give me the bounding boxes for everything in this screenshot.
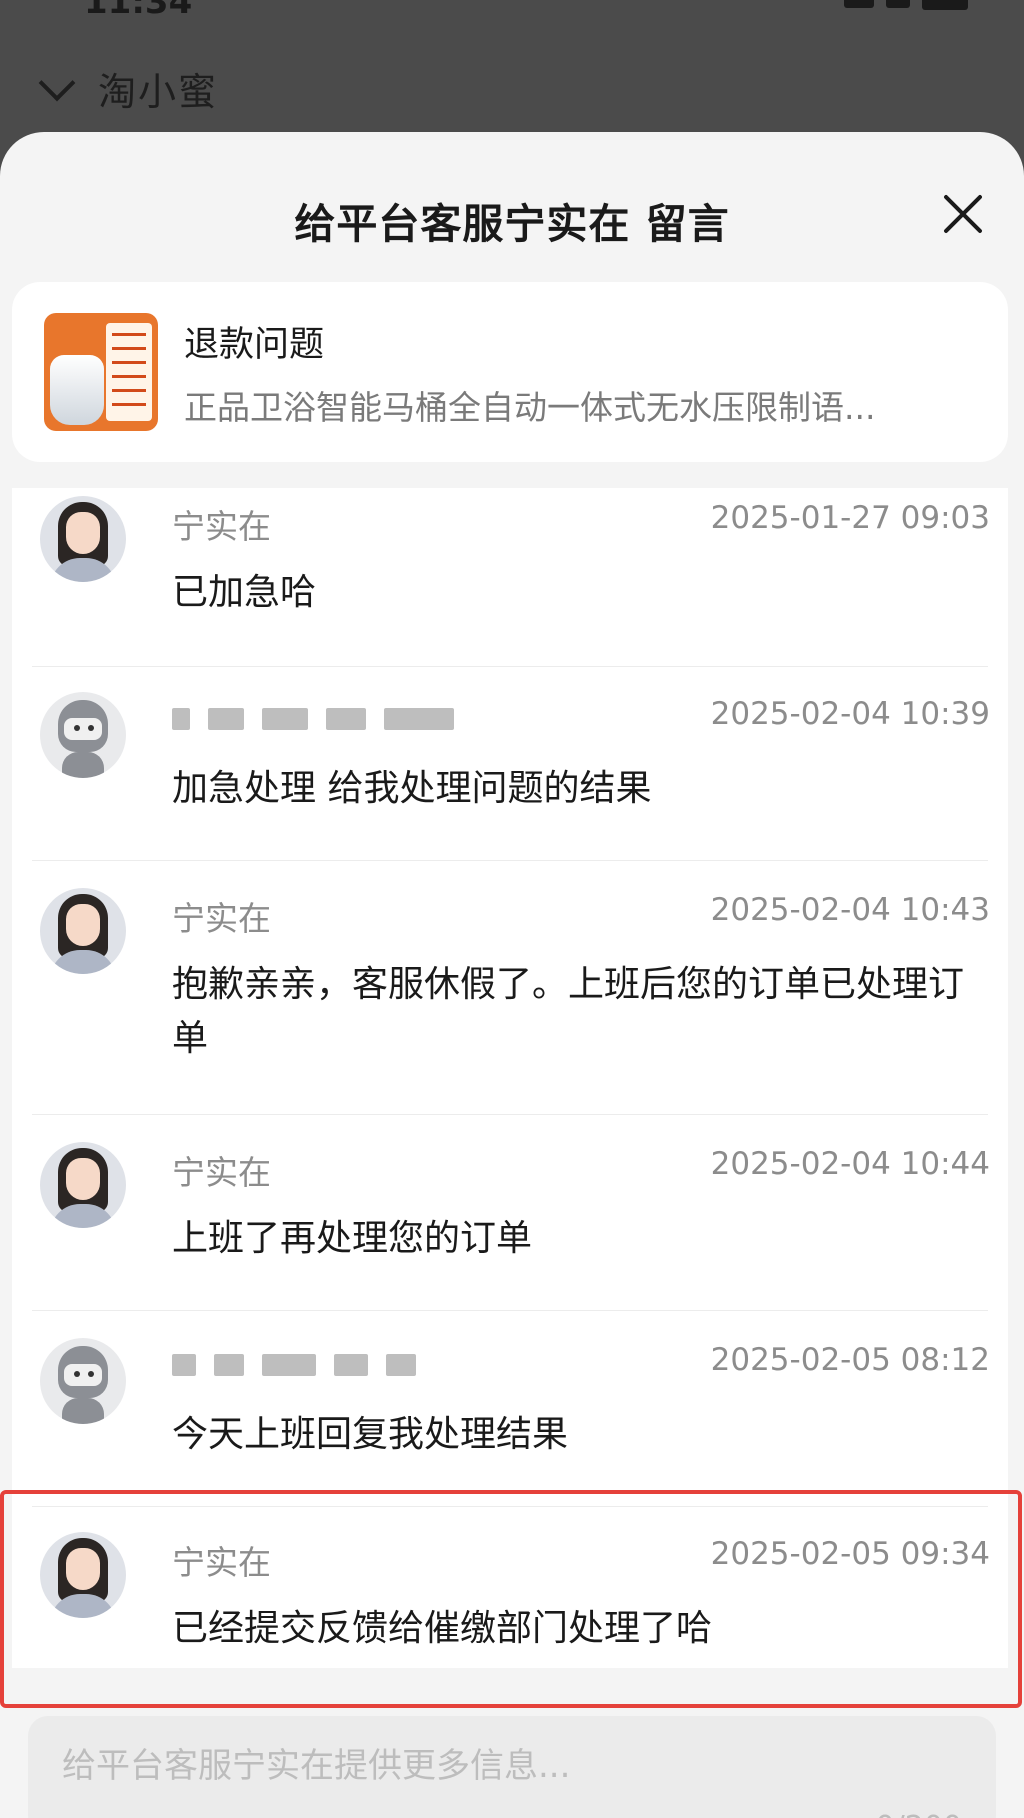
message-time: 2025-02-04 10:43 — [710, 892, 990, 928]
agent-avatar — [40, 1532, 126, 1618]
wifi-icon — [886, 0, 910, 8]
sheet-title: 给平台客服宁实在 留言 — [294, 200, 730, 248]
divider — [32, 666, 988, 667]
message-sender: 宁实在 — [172, 899, 271, 938]
masked-username — [172, 708, 454, 730]
status-bar: 11:34 — [0, 0, 1024, 40]
message-text: 已加急哈 — [172, 572, 317, 613]
message-sender: 宁实在 — [172, 507, 271, 546]
battery-icon — [922, 0, 968, 10]
message-text: 已经提交反馈给催缴部门处理了哈 — [172, 1608, 713, 1649]
message-time: 2025-02-05 09:34 — [710, 1536, 990, 1572]
agent-avatar — [40, 1142, 126, 1228]
product-card[interactable]: 退款问题 正品卫浴智能马桶全自动一体式无水压限制语... — [12, 282, 1008, 462]
message-time: 2025-02-04 10:39 — [710, 696, 990, 732]
status-icons — [844, 0, 968, 10]
message-time: 2025-02-05 08:12 — [710, 1342, 990, 1378]
agent-avatar — [40, 496, 126, 582]
agent-avatar — [40, 888, 126, 974]
char-count: 0/200 — [876, 1810, 962, 1818]
product-name: 正品卫浴智能马桶全自动一体式无水压限制语... — [184, 387, 876, 427]
user-avatar — [40, 1338, 126, 1424]
message-sender: 宁实在 — [172, 1153, 271, 1192]
signal-icon — [844, 0, 874, 8]
status-time: 11:34 — [84, 0, 193, 22]
message-list[interactable]: 宁实在 2025-01-27 09:03 已加急哈 2025-02-04 10:… — [12, 488, 1008, 1668]
message-sender: 宁实在 — [172, 1543, 271, 1582]
user-avatar — [40, 692, 126, 778]
product-thumbnail — [44, 313, 158, 431]
message-input[interactable] — [62, 1746, 922, 1786]
message-text: 加急处理 给我处理问题的结果 — [172, 768, 652, 809]
message-text: 今天上班回复我处理结果 — [172, 1414, 569, 1455]
divider — [32, 1310, 988, 1311]
message-time: 2025-01-27 09:03 — [710, 500, 990, 536]
toilet-image — [50, 355, 104, 425]
product-issue-type: 退款问题 — [184, 324, 325, 365]
message-time: 2025-02-04 10:44 — [710, 1146, 990, 1182]
message-text: 上班了再处理您的订单 — [172, 1218, 533, 1259]
message-input-area[interactable]: 0/200 — [28, 1716, 996, 1818]
backdrop-header: 淘小蜜 — [36, 58, 218, 118]
divider — [32, 1506, 988, 1507]
thumb-spec-panel — [106, 323, 152, 421]
divider — [32, 860, 988, 861]
chevron-down-icon[interactable] — [36, 68, 76, 108]
sheet-header: 给平台客服宁实在 留言 — [0, 132, 1024, 282]
close-icon[interactable] — [940, 190, 986, 236]
message-sheet: 给平台客服宁实在 留言 退款问题 正品卫浴智能马桶全自动一体式无水压限制语...… — [0, 132, 1024, 1818]
message-text: 抱歉亲亲，客服休假了。上班后您的订单已处理订单 — [172, 964, 965, 1059]
backdrop-title: 淘小蜜 — [98, 69, 219, 114]
divider — [32, 1114, 988, 1115]
masked-username — [172, 1354, 416, 1376]
product-info: 退款问题 正品卫浴智能马桶全自动一体式无水压限制语... — [184, 316, 984, 429]
